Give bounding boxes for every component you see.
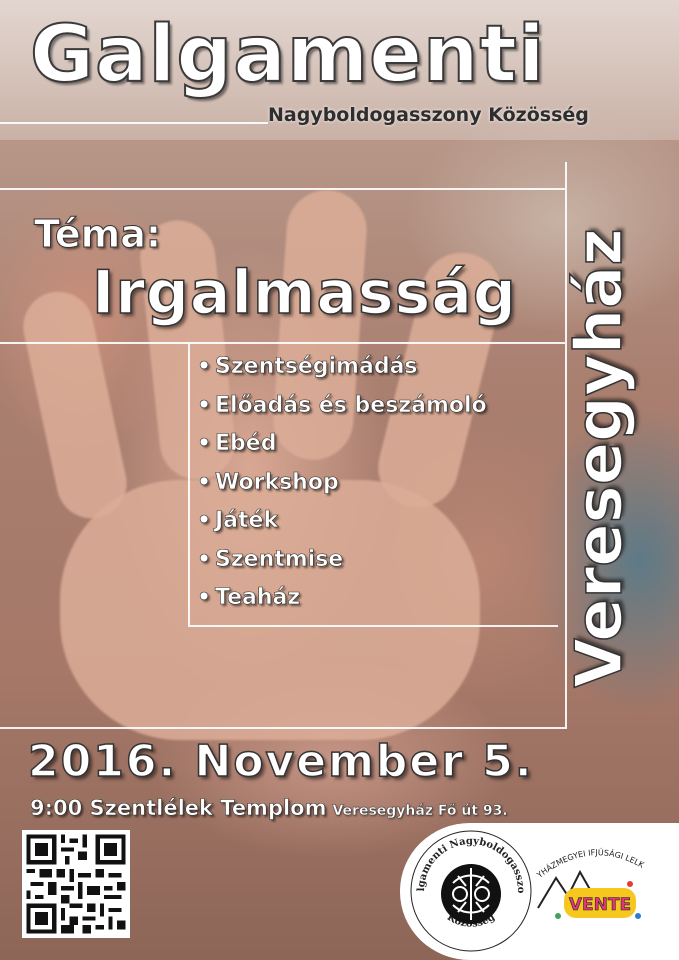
program-item: • Teaház (197, 579, 487, 618)
vente-word: VENTE (569, 895, 631, 915)
divider-line (0, 188, 565, 190)
program-item-label: Workshop (215, 469, 339, 495)
bullet: • (197, 431, 212, 457)
venue-line: 9:00 Szentlélek Templom Veresegyház Fő út… (30, 796, 508, 821)
program-item: • Szentmise (197, 541, 487, 580)
vente-logo: VÁCI EGYHÁZMEGYEI IFJÚSÁGI LELKÉSZSÉG VE… (530, 838, 646, 919)
program-item-label: Szentmise (215, 546, 344, 572)
community-seal-logo: Galgamenti Nagyboldogasszony Közösség (408, 828, 532, 952)
poster: Galgamenti Nagyboldogasszony Közösség Té… (0, 0, 679, 960)
bullet: • (197, 585, 212, 611)
bullet: • (197, 354, 212, 380)
theme-title: Irgalmasság (91, 257, 517, 329)
location-vertical-title: Veresegyház (562, 228, 638, 689)
program-item-label: Teaház (215, 585, 301, 611)
bullet: • (197, 392, 212, 418)
qr-code-icon[interactable] (22, 830, 130, 938)
program-item-label: Játék (215, 508, 279, 534)
program-item-label: Szentségimádás (215, 354, 418, 380)
svg-text:VÁCI EGYHÁZMEGYEI IFJÚSÁGI LEL: VÁCI EGYHÁZMEGYEI IFJÚSÁGI LELKÉSZSÉG (530, 838, 646, 880)
vente-arc-text: VÁCI EGYHÁZMEGYEI IFJÚSÁGI LELKÉSZSÉG (530, 838, 646, 880)
divider-line (0, 727, 567, 729)
program-item: • Előadás és beszámoló (197, 387, 487, 426)
program-item: • Játék (197, 502, 487, 541)
event-time-place: 9:00 Szentlélek Templom (30, 796, 327, 821)
event-address: Veresegyház Fő út 93. (332, 803, 508, 819)
bullet: • (197, 508, 212, 534)
program-item-label: Ebéd (215, 431, 277, 457)
divider-line (0, 122, 268, 124)
poster-subtitle: Nagyboldogasszony Közösség (268, 104, 589, 126)
program-list: • Szentségimádás • Előadás és beszámoló • E… (197, 348, 487, 618)
program-item: • Ebéd (197, 425, 487, 464)
program-item: • Szentségimádás (197, 348, 487, 387)
theme-label: Téma: (33, 212, 162, 257)
bullet: • (197, 469, 212, 495)
program-item: • Workshop (197, 464, 487, 503)
bullet: • (197, 546, 212, 572)
event-date: 2016. November 5. (27, 735, 534, 788)
poster-title: Galgamenti (29, 9, 546, 101)
program-item-label: Előadás és beszámoló (215, 392, 487, 418)
